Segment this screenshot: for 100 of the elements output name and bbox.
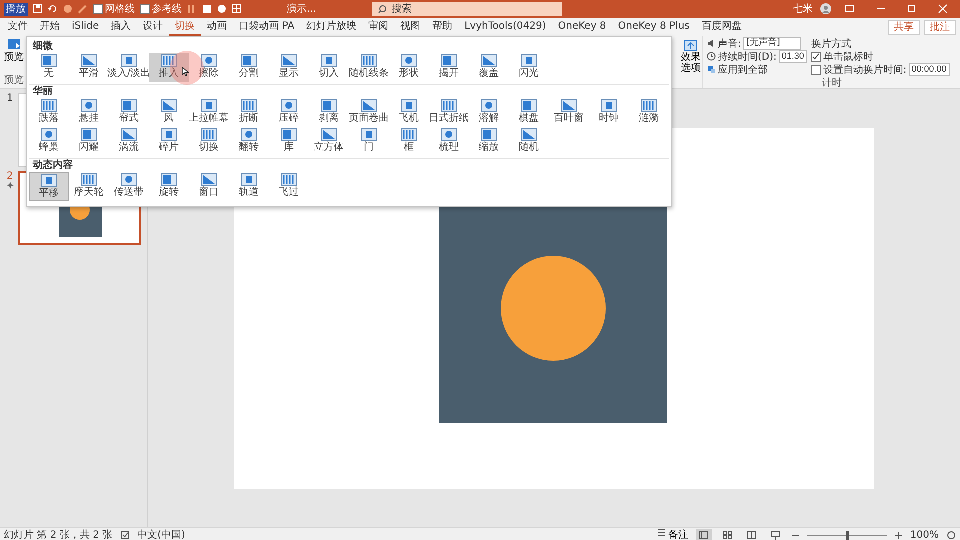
- transition-option[interactable]: 框: [389, 127, 429, 156]
- effect-options-button[interactable]: 效果选项: [680, 38, 702, 88]
- view-button[interactable]: [696, 528, 712, 540]
- transition-option[interactable]: 缩放: [469, 127, 509, 156]
- transition-icon: [121, 128, 137, 141]
- transition-option[interactable]: 风: [149, 98, 189, 127]
- ribbon-tab[interactable]: OneKey 8 Plus: [612, 18, 696, 36]
- transition-option[interactable]: 形状: [389, 53, 429, 82]
- checkbox[interactable]: [140, 4, 150, 14]
- transition-option[interactable]: 梳理: [429, 127, 469, 156]
- ribbon-tab[interactable]: 幻灯片放映: [300, 18, 363, 36]
- undo-icon[interactable]: [48, 4, 58, 14]
- ribbon-tab[interactable]: 口袋动画 PA: [233, 18, 301, 36]
- ribbon-tab[interactable]: OneKey 8: [552, 18, 612, 36]
- apply-to-all-button[interactable]: 应用到全部: [718, 62, 768, 76]
- preview-button[interactable]: 预览: [3, 38, 25, 64]
- transition-icon: [401, 54, 417, 67]
- transition-option[interactable]: 悬挂: [69, 98, 109, 127]
- search-field[interactable]: 搜索: [372, 2, 562, 16]
- transition-option[interactable]: 碎片: [149, 127, 189, 156]
- ribbon-tab[interactable]: 动画: [201, 18, 234, 36]
- checkbox-label: 设置自动换片时间:: [823, 64, 907, 76]
- ribbon-tab[interactable]: 文件: [2, 18, 34, 36]
- transition-option[interactable]: 闪光: [509, 53, 549, 82]
- share-button[interactable]: 共享: [888, 20, 920, 34]
- transition-option[interactable]: 摩天轮: [69, 172, 109, 201]
- slide-number: 1: [6, 93, 14, 104]
- ribbon-tab[interactable]: 审阅: [362, 18, 395, 36]
- ribbon-tab[interactable]: 帮助: [426, 18, 459, 36]
- transition-option[interactable]: 涟漪: [629, 98, 669, 127]
- transition-option[interactable]: 无: [29, 53, 69, 82]
- checkbox[interactable]: [811, 52, 822, 62]
- transition-icon: [441, 99, 457, 112]
- transition-option[interactable]: 时钟: [589, 98, 629, 127]
- fit-icon[interactable]: [947, 530, 956, 540]
- transition-option[interactable]: 覆盖: [469, 53, 509, 82]
- transition-option[interactable]: 压碎: [269, 98, 309, 127]
- transition-option[interactable]: 百叶窗: [549, 98, 589, 127]
- dot-icon[interactable]: [217, 4, 227, 14]
- transition-option[interactable]: 剥离: [309, 98, 349, 127]
- save-icon[interactable]: [33, 4, 43, 14]
- transition-option[interactable]: 日式折纸: [429, 98, 469, 127]
- transition-option[interactable]: 闪耀: [69, 127, 109, 156]
- transition-option[interactable]: 飞过: [269, 172, 309, 201]
- transition-option[interactable]: 随机线条: [349, 53, 389, 82]
- duration-field[interactable]: 01.30: [778, 50, 808, 63]
- comments-button[interactable]: 批注: [924, 20, 956, 34]
- transition-option[interactable]: 切入: [309, 53, 349, 82]
- transition-option[interactable]: 揭开: [429, 53, 469, 82]
- zoom-in-icon[interactable]: [895, 532, 902, 538]
- transition-option[interactable]: 立方体: [309, 127, 349, 156]
- transition-option[interactable]: 涡流: [109, 127, 149, 156]
- ribbon-tab[interactable]: iSlide: [66, 18, 106, 36]
- close-icon[interactable]: [938, 4, 948, 14]
- ribbon-tab[interactable]: LvyhTools(0429): [458, 18, 552, 36]
- transition-option[interactable]: 棋盘: [509, 98, 549, 127]
- transition-option[interactable]: 随机: [509, 127, 549, 156]
- avatar-icon[interactable]: [820, 3, 832, 15]
- transition-option[interactable]: 溶解: [469, 98, 509, 127]
- transition-option[interactable]: 页面卷曲: [349, 98, 389, 127]
- ribbon-tab[interactable]: 视图: [394, 18, 427, 36]
- transition-option[interactable]: 翻转: [229, 127, 269, 156]
- zoom-thumb[interactable]: [846, 530, 849, 540]
- transition-option[interactable]: 蜂巢: [29, 127, 69, 156]
- transition-option[interactable]: 平滑: [69, 53, 109, 82]
- ribbon-tab[interactable]: 插入: [105, 18, 138, 36]
- transition-option[interactable]: 帘式: [109, 98, 149, 127]
- transition-option[interactable]: 切换: [189, 127, 229, 156]
- transition-option[interactable]: 擦除: [189, 53, 229, 82]
- spellcheck-icon[interactable]: [120, 530, 130, 540]
- zoom-level[interactable]: 100%: [910, 530, 939, 540]
- transition-option[interactable]: 轨道: [229, 172, 269, 201]
- grid-icon[interactable]: [232, 4, 242, 14]
- language[interactable]: 中文(中国): [138, 528, 186, 540]
- ribbon-tab[interactable]: 设计: [137, 18, 170, 36]
- transition-option[interactable]: 分割: [229, 53, 269, 82]
- transition-option[interactable]: 显示: [269, 53, 309, 82]
- transition-option[interactable]: 平移: [29, 172, 69, 201]
- checkbox[interactable]: [93, 4, 103, 14]
- transition-option[interactable]: 跌落: [29, 98, 69, 127]
- transition-option[interactable]: 传送带: [109, 172, 149, 201]
- ribbon-tab[interactable]: 开始: [34, 18, 66, 36]
- transition-option[interactable]: 旋转: [149, 172, 189, 201]
- transition-option[interactable]: 折断: [229, 98, 269, 127]
- sound-dropdown[interactable]: [无声音]: [743, 37, 802, 50]
- restore-icon[interactable]: [907, 4, 917, 14]
- transition-option[interactable]: 淡入/淡出: [109, 53, 149, 82]
- checkbox-label: 网格线: [105, 2, 135, 16]
- ribbon-display-icon[interactable]: [845, 4, 855, 14]
- notes-button[interactable]: 备注: [657, 528, 688, 540]
- checkbox[interactable]: [811, 64, 822, 74]
- transition-option[interactable]: 窗口: [189, 172, 229, 201]
- transition-option[interactable]: 门: [349, 127, 389, 156]
- square-icon[interactable]: [202, 4, 212, 14]
- transition-option[interactable]: 上拉帷幕: [189, 98, 229, 127]
- transition-option[interactable]: 飞机: [389, 98, 429, 127]
- transition-option[interactable]: 推入: [149, 53, 189, 82]
- time-field[interactable]: 00:00.00: [908, 63, 950, 76]
- ribbon-tab[interactable]: 百度网盘: [696, 18, 748, 36]
- transition-option[interactable]: 库: [269, 127, 309, 156]
